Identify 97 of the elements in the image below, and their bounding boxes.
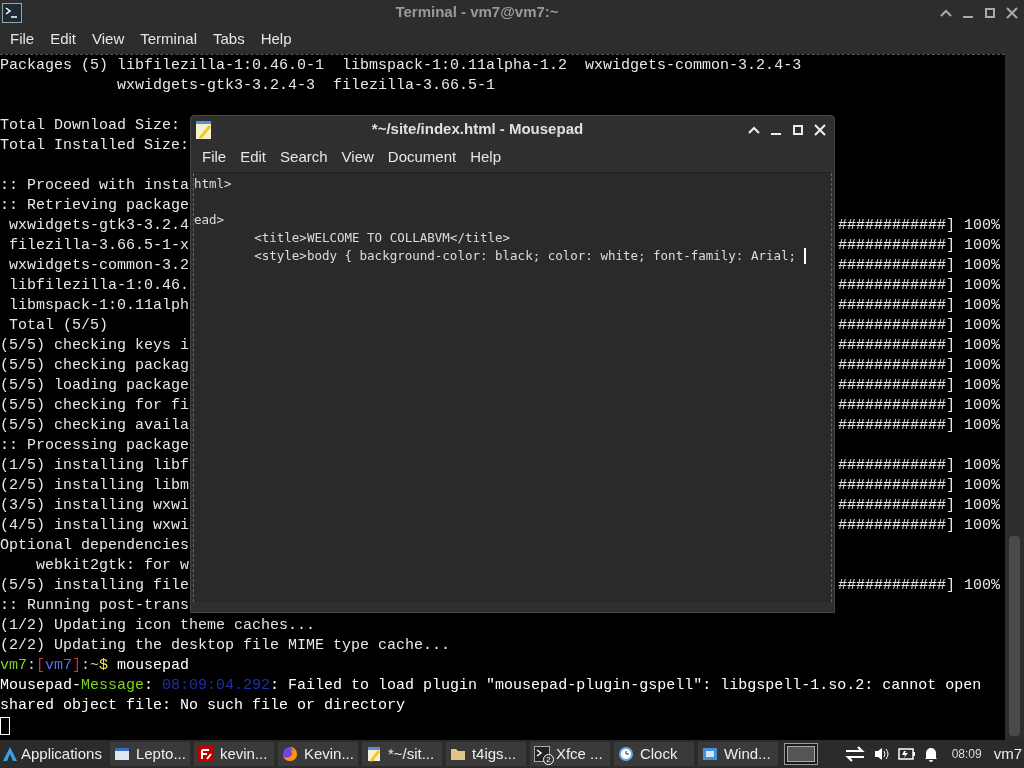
terminal-line: (5/5) checking packag	[0, 356, 190, 376]
maximize-icon[interactable]	[984, 6, 996, 19]
terminal-line: vm7:[vm7]:~$ mousepad	[0, 656, 191, 676]
progress-text: ############] 100%	[837, 376, 1001, 396]
applications-menu-button[interactable]: Applications	[0, 741, 106, 767]
terminal-line: (1/5) installing libf	[0, 456, 190, 476]
terminal-line: (2/2) Updating the desktop file MIME type cache...	[0, 636, 451, 656]
taskbar-button[interactable]: Lepto...	[109, 742, 190, 766]
terminal-line: (5/5) checking availa	[0, 416, 190, 436]
volume-icon[interactable]	[873, 746, 890, 762]
menu-item[interactable]: Help	[252, 28, 300, 51]
terminal-line: (5/5) checking keys i	[0, 336, 190, 356]
progress-text: ############] 100%	[837, 276, 1001, 296]
taskbar-button[interactable]: 2 Xfce ...	[529, 742, 610, 766]
notepad-icon	[365, 746, 382, 762]
text-editor[interactable]: html> ead> <title>WELCOME TO COLLABVM</title> <style>body { background-color: black; color: white; font-family: Arial;	[193, 173, 832, 602]
menu-item[interactable]: Edit	[42, 28, 85, 51]
terminal-line: filezilla-3.66.5-1-x	[8, 236, 190, 256]
terminal-line: libmspack-1:0.11alph	[8, 296, 190, 316]
window-title: *~/site/index.html - Mousepad	[370, 119, 585, 140]
menu-item[interactable]: View	[334, 146, 381, 169]
battery-icon[interactable]	[897, 747, 916, 761]
terminal-line: Total Download Size:	[0, 116, 181, 136]
terminal-line: wxwidgets-common-3.2	[8, 256, 190, 276]
progress-text: ############] 100%	[837, 416, 1001, 436]
terminal-line: (5/5) checking for fi	[0, 396, 190, 416]
code-line: ead>	[194, 211, 225, 229]
terminal-icon	[533, 746, 550, 762]
close-icon[interactable]	[1006, 6, 1018, 19]
menu-item[interactable]: Document	[380, 146, 464, 169]
taskbar-button[interactable]: Clock	[613, 742, 694, 766]
menu-item[interactable]: Help	[463, 146, 509, 169]
terminal-line: Mousepad-Message: 08:09:04.292: Failed to load plugin "mousepad-plugin-gspell": libgspell-1.so.2: cannot open shared object file: No such file or directory	[0, 676, 983, 716]
menu-item[interactable]: Tabs	[204, 28, 253, 51]
terminal-line: (5/5) loading package	[0, 376, 190, 396]
progress-text: ############] 100%	[837, 496, 1001, 516]
progress-text: ############] 100%	[837, 456, 1001, 476]
taskbar-button[interactable]: Wind...	[697, 742, 778, 766]
text-cursor	[0, 717, 10, 735]
terminal-line: wxwidgets-gtk3-3.2.4-3 filezilla-3.66.5-1	[116, 76, 496, 96]
code-line: html>	[194, 175, 232, 193]
terminal-line: :: Running post-trans	[0, 596, 190, 616]
progress-text: ############] 100%	[837, 356, 1001, 376]
progress-text: ############] 100%	[837, 216, 1001, 236]
menu-item[interactable]: Terminal	[132, 28, 205, 51]
terminal-line: libfilezilla-1:0.46.	[8, 276, 190, 296]
progress-text: ############] 100%	[837, 236, 1001, 256]
window-icon	[701, 746, 718, 762]
window-title: Terminal - vm7@vm7:~	[394, 2, 560, 23]
code-line: <title>WELCOME TO COLLABVM</title>	[253, 229, 511, 247]
terminal-line: (3/5) installing wxwi	[0, 496, 190, 516]
network-icon[interactable]	[843, 745, 866, 763]
code-line: <style>body { background-color: black; color: white; font-family: Arial;	[253, 247, 798, 265]
progress-text: ############] 100%	[837, 256, 1001, 276]
menu-item[interactable]: Search	[273, 146, 335, 169]
menu-item[interactable]: File	[2, 28, 43, 51]
app-logo-icon	[2, 746, 18, 762]
terminal-line: Total (5/5)	[8, 316, 109, 336]
progress-text: ############] 100%	[837, 516, 1001, 536]
workspace-switcher[interactable]	[783, 743, 818, 765]
terminal-line: (5/5) installing file	[0, 576, 190, 596]
progress-text: ############] 100%	[837, 576, 1001, 596]
app-icon	[197, 746, 214, 762]
taskbar-button[interactable]: *~/sit...	[361, 742, 442, 766]
clock-icon	[617, 746, 634, 762]
terminal-line: :: Processing package	[0, 436, 190, 456]
folder-icon	[449, 746, 466, 762]
terminal-line: (2/5) installing libm	[0, 476, 190, 496]
browser-icon	[281, 746, 298, 762]
taskbar-button[interactable]: t4igs...	[445, 742, 526, 766]
terminal-line: wxwidgets-gtk3-3.2.4	[8, 216, 190, 236]
terminal-line: webkit2gtk: for w	[35, 556, 190, 576]
notepad-icon	[194, 119, 214, 140]
terminal-line: Total Installed Size:	[0, 136, 190, 156]
notification-bell-icon[interactable]	[923, 746, 938, 762]
terminal-icon	[2, 2, 22, 23]
progress-text: ############] 100%	[837, 476, 1001, 496]
terminal-line: Optional dependencies	[0, 536, 190, 556]
taskbar-button[interactable]: Kevin...	[277, 742, 358, 766]
roll-up-icon[interactable]	[940, 8, 952, 17]
progress-text: ############] 100%	[837, 396, 1001, 416]
menu-item[interactable]: File	[195, 146, 234, 169]
progress-text: ############] 100%	[837, 336, 1001, 356]
count-badge: 2	[542, 754, 554, 765]
menu-item[interactable]: View	[84, 28, 133, 51]
terminal-line: (1/2) Updating icon theme caches...	[0, 616, 316, 636]
terminal-line: Packages (5) libfilezilla-1:0.46.0-1 libmspack-1:0.11alpha-1.2 wxwidgets-common-3.2.4-3	[0, 56, 802, 76]
taskbar-button[interactable]: kevin...	[193, 742, 274, 766]
terminal-line: :: Proceed with insta	[0, 176, 190, 196]
user-name[interactable]: vm7	[993, 742, 1022, 766]
clock[interactable]: 08:09	[951, 745, 982, 763]
window-icon	[113, 746, 130, 762]
progress-text: ############] 100%	[837, 316, 1001, 336]
terminal-line: (4/5) installing wxwi	[0, 516, 190, 536]
terminal-line: :: Retrieving package	[0, 196, 190, 216]
menu-item[interactable]: Edit	[233, 146, 274, 169]
progress-text: ############] 100%	[837, 296, 1001, 316]
